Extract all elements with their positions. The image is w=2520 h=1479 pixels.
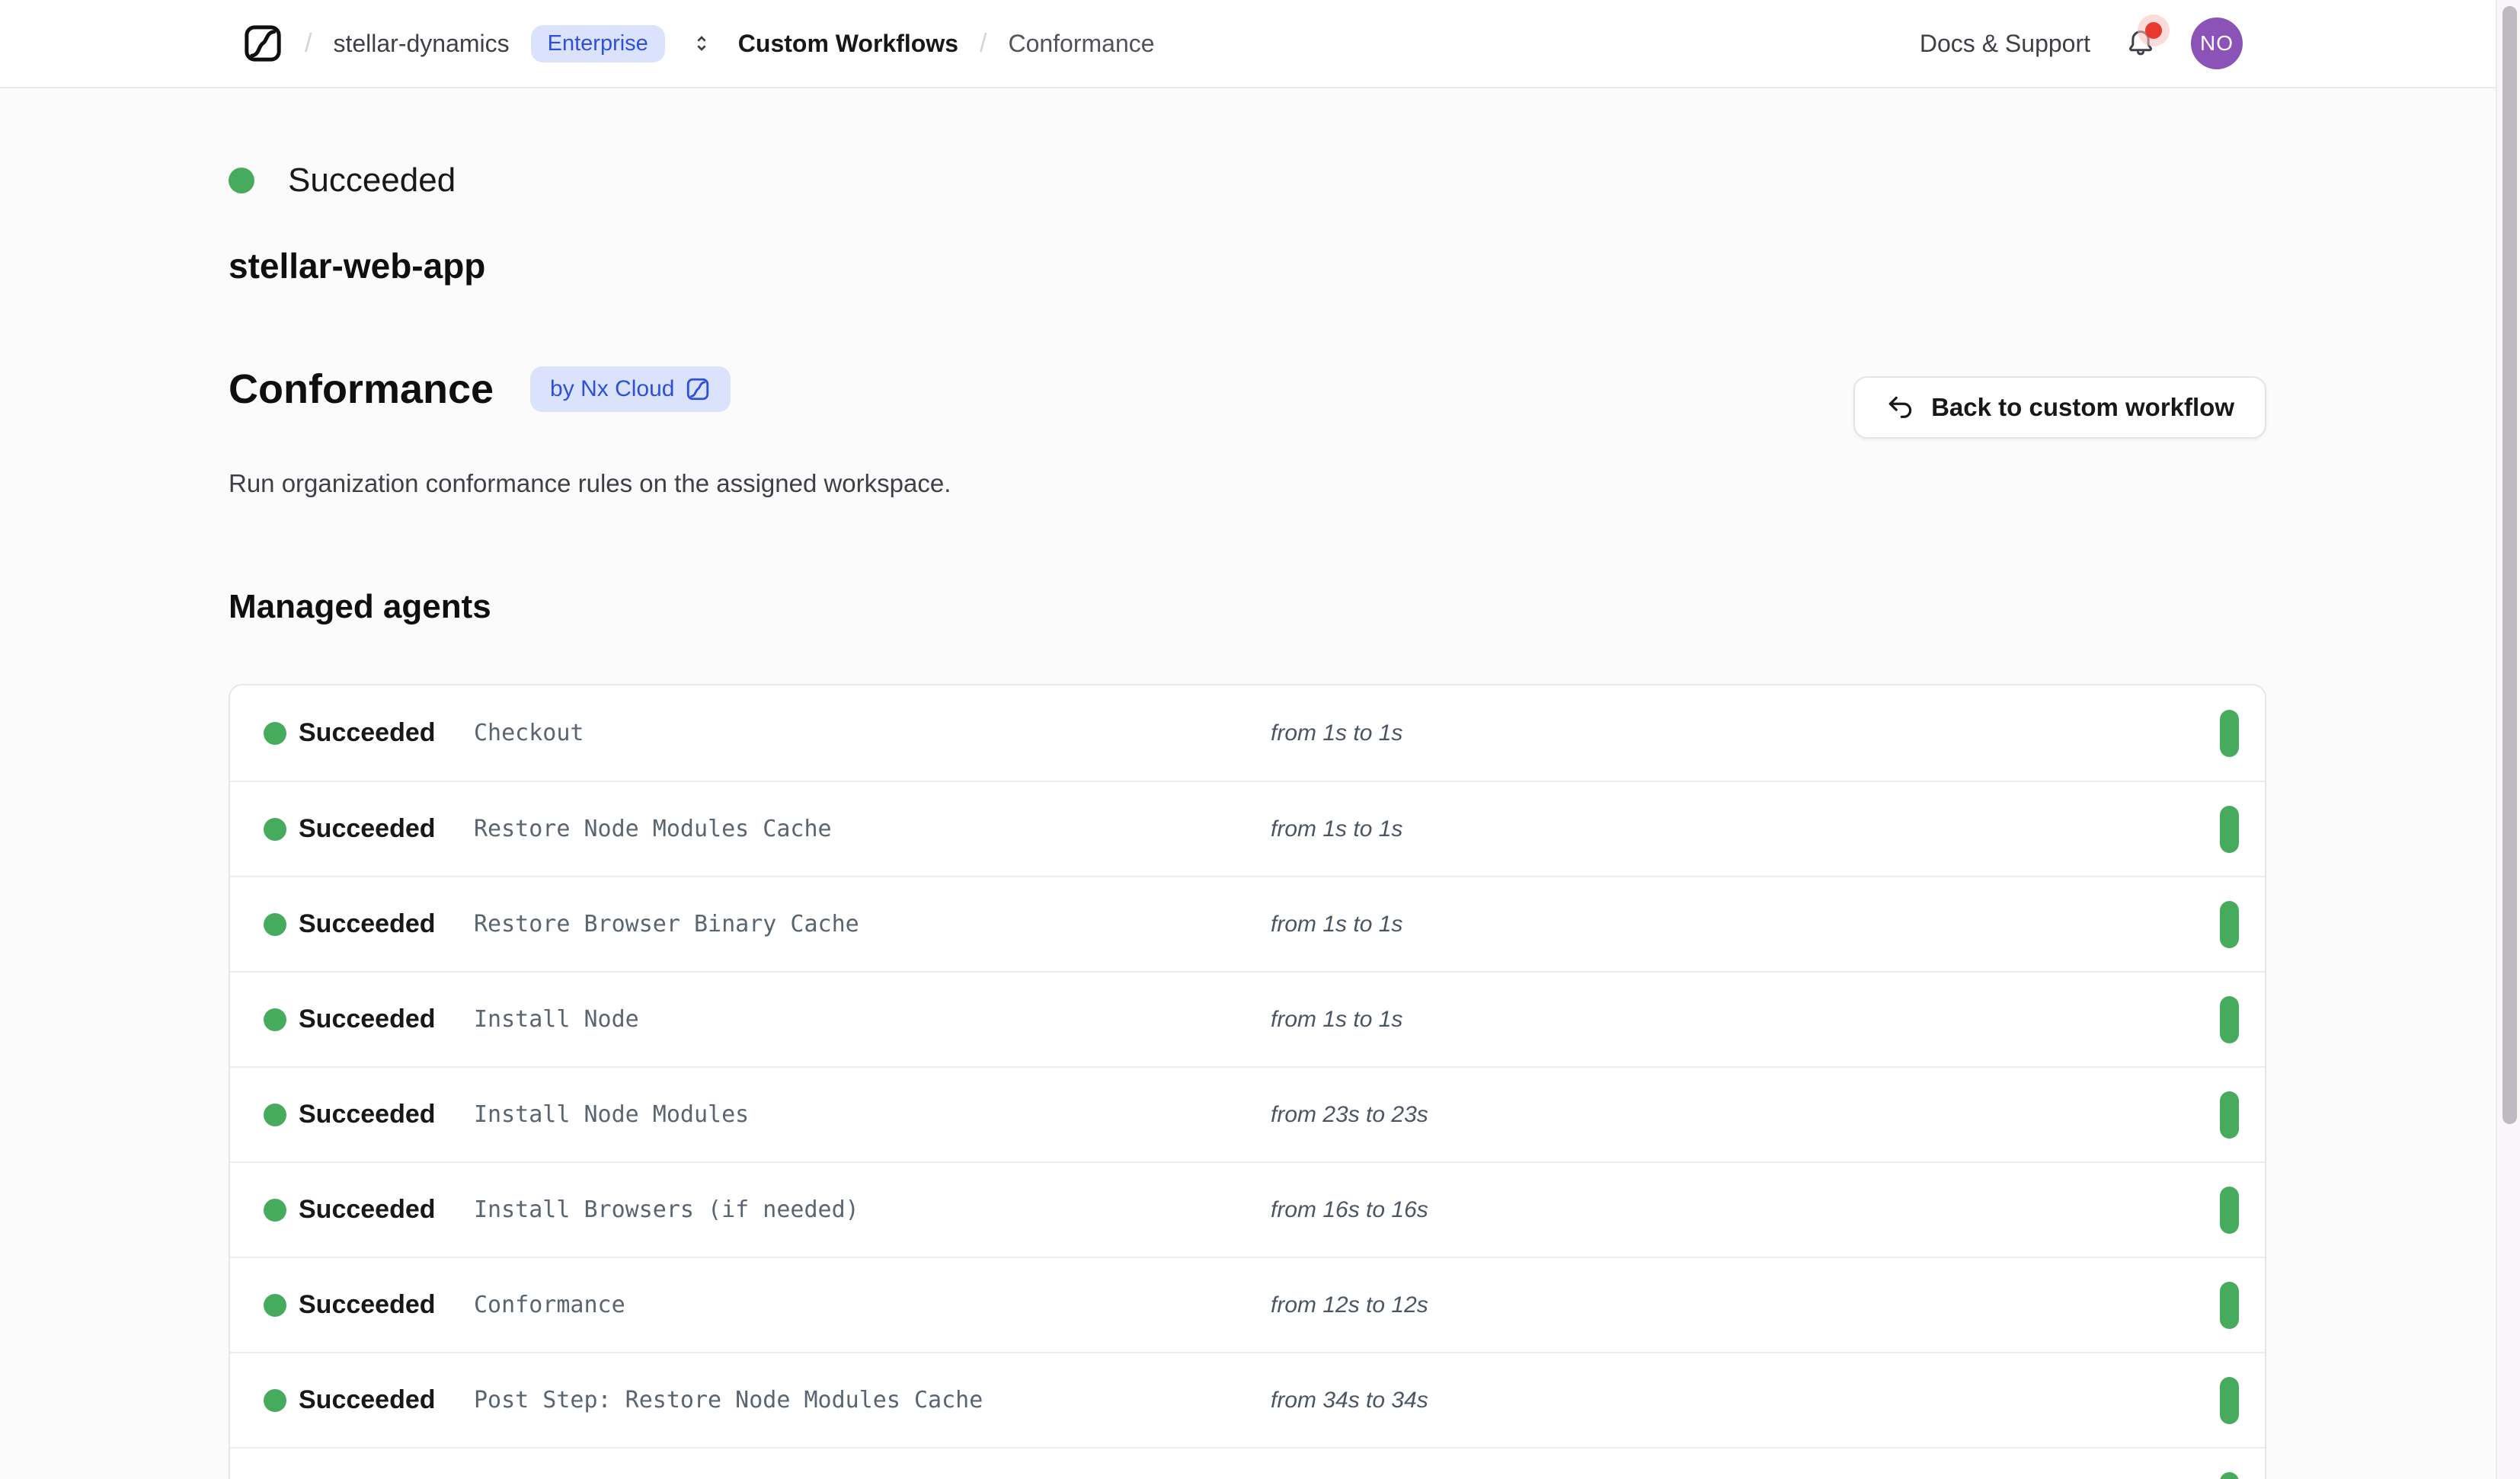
success-dot-icon <box>229 168 254 193</box>
workflow-description: Run organization conformance rules on th… <box>229 469 2266 498</box>
agent-row[interactable]: Succeeded Install Node Modules from 23s … <box>230 1066 2265 1161</box>
breadcrumb-separator: / <box>305 29 312 59</box>
row-status: Succeeded <box>299 718 474 748</box>
row-step-name: Conformance <box>474 1292 1271 1318</box>
notifications-bell-icon[interactable] <box>2124 25 2157 62</box>
row-step-name: Install Browsers (if needed) <box>474 1196 1271 1223</box>
main-content: Succeeded stellar-web-app Conformance by… <box>0 161 2520 1479</box>
row-timing: from 1s to 1s <box>1271 816 2231 842</box>
row-step-name: Install Node <box>474 1006 1271 1033</box>
run-status-label: Succeeded <box>288 161 456 200</box>
scrollbar-thumb[interactable] <box>2502 6 2517 1124</box>
row-status: Succeeded <box>299 1290 474 1320</box>
by-nx-cloud-label: by Nx Cloud <box>550 378 674 401</box>
success-dot-icon <box>264 1008 286 1031</box>
row-status: Succeeded <box>299 909 474 939</box>
run-status: Succeeded <box>229 161 2266 200</box>
nx-logo-icon <box>685 376 711 402</box>
row-timing: from 16s to 16s <box>1271 1197 2231 1223</box>
scrollbar[interactable] <box>2496 0 2520 1479</box>
docs-support-link[interactable]: Docs & Support <box>1920 30 2090 58</box>
workflow-title: Conformance <box>229 366 494 413</box>
agent-row[interactable]: Succeeded Checkout from 1s to 1s <box>230 685 2265 781</box>
row-step-name: Checkout <box>474 720 1271 746</box>
row-step-name: Post Step: Restore Node Modules Cache <box>474 1387 1271 1414</box>
row-timing: from 23s to 23s <box>1271 1102 2231 1128</box>
top-nav: / stellar-dynamics Enterprise Custom Wor… <box>0 0 2520 88</box>
back-button-label: Back to custom workflow <box>1931 393 2234 422</box>
row-status: Succeeded <box>299 1385 474 1415</box>
managed-agents-title: Managed agents <box>229 588 2266 626</box>
row-step-name: Restore Browser Binary Cache <box>474 911 1271 938</box>
notification-dot <box>2145 22 2162 39</box>
success-dot-icon <box>264 818 286 841</box>
avatar[interactable]: NO <box>2191 18 2243 69</box>
agent-row[interactable]: Succeeded Conformance from 12s to 12s <box>230 1257 2265 1352</box>
duration-bar <box>2220 1472 2239 1479</box>
duration-bar <box>2220 1377 2239 1424</box>
success-dot-icon <box>264 1104 286 1126</box>
app-name-title: stellar-web-app <box>229 245 2266 286</box>
enterprise-badge[interactable]: Enterprise <box>531 25 665 62</box>
duration-bar <box>2220 710 2239 757</box>
agent-row[interactable]: Succeeded Restore Node Modules Cache fro… <box>230 781 2265 876</box>
agents-card: Succeeded Checkout from 1s to 1s Succeed… <box>229 684 2266 1479</box>
duration-bar <box>2220 901 2239 948</box>
agent-row[interactable]: Succeeded Install Node from 1s to 1s <box>230 971 2265 1066</box>
row-step-name: Install Node Modules <box>474 1101 1271 1128</box>
duration-bar <box>2220 1091 2239 1139</box>
agent-row[interactable]: Succeeded Install Browsers (if needed) f… <box>230 1161 2265 1257</box>
by-nx-cloud-badge[interactable]: by Nx Cloud <box>530 366 731 412</box>
success-dot-icon <box>264 1389 286 1412</box>
success-dot-icon <box>264 913 286 936</box>
success-dot-icon <box>264 1294 286 1317</box>
row-timing: from 1s to 1s <box>1271 912 2231 938</box>
row-status: Succeeded <box>299 1195 474 1225</box>
agent-row[interactable]: Succeeded Post Step: Restore Node Module… <box>230 1352 2265 1447</box>
success-dot-icon <box>264 1199 286 1222</box>
workspace-switcher-icon[interactable] <box>689 31 714 56</box>
row-status: Succeeded <box>299 1100 474 1129</box>
back-to-custom-workflow-button[interactable]: Back to custom workflow <box>1853 376 2266 439</box>
success-dot-icon <box>264 722 286 745</box>
agent-row[interactable]: Succeeded Post Step: Restore Browser Bin… <box>230 1447 2265 1479</box>
undo-arrow-icon <box>1885 393 1914 422</box>
breadcrumb-separator: / <box>980 29 987 59</box>
row-step-name: Restore Node Modules Cache <box>474 816 1271 842</box>
nx-cloud-logo-icon[interactable] <box>242 23 283 64</box>
app-root: / stellar-dynamics Enterprise Custom Wor… <box>0 0 2520 1479</box>
row-timing: from 1s to 1s <box>1271 720 2231 746</box>
row-timing: from 12s to 12s <box>1271 1292 2231 1318</box>
duration-bar <box>2220 996 2239 1043</box>
row-status: Succeeded <box>299 814 474 844</box>
duration-bar <box>2220 806 2239 853</box>
row-timing: from 34s to 34s <box>1271 1388 2231 1414</box>
breadcrumb: / stellar-dynamics Enterprise Custom Wor… <box>242 23 1155 64</box>
breadcrumb-custom-workflows[interactable]: Custom Workflows <box>738 30 958 58</box>
breadcrumb-page: Conformance <box>1008 30 1154 58</box>
row-status: Succeeded <box>299 1005 474 1034</box>
duration-bar <box>2220 1187 2239 1234</box>
duration-bar <box>2220 1282 2239 1329</box>
row-timing: from 1s to 1s <box>1271 1007 2231 1033</box>
breadcrumb-org[interactable]: stellar-dynamics <box>333 30 509 58</box>
agent-row[interactable]: Succeeded Restore Browser Binary Cache f… <box>230 876 2265 971</box>
